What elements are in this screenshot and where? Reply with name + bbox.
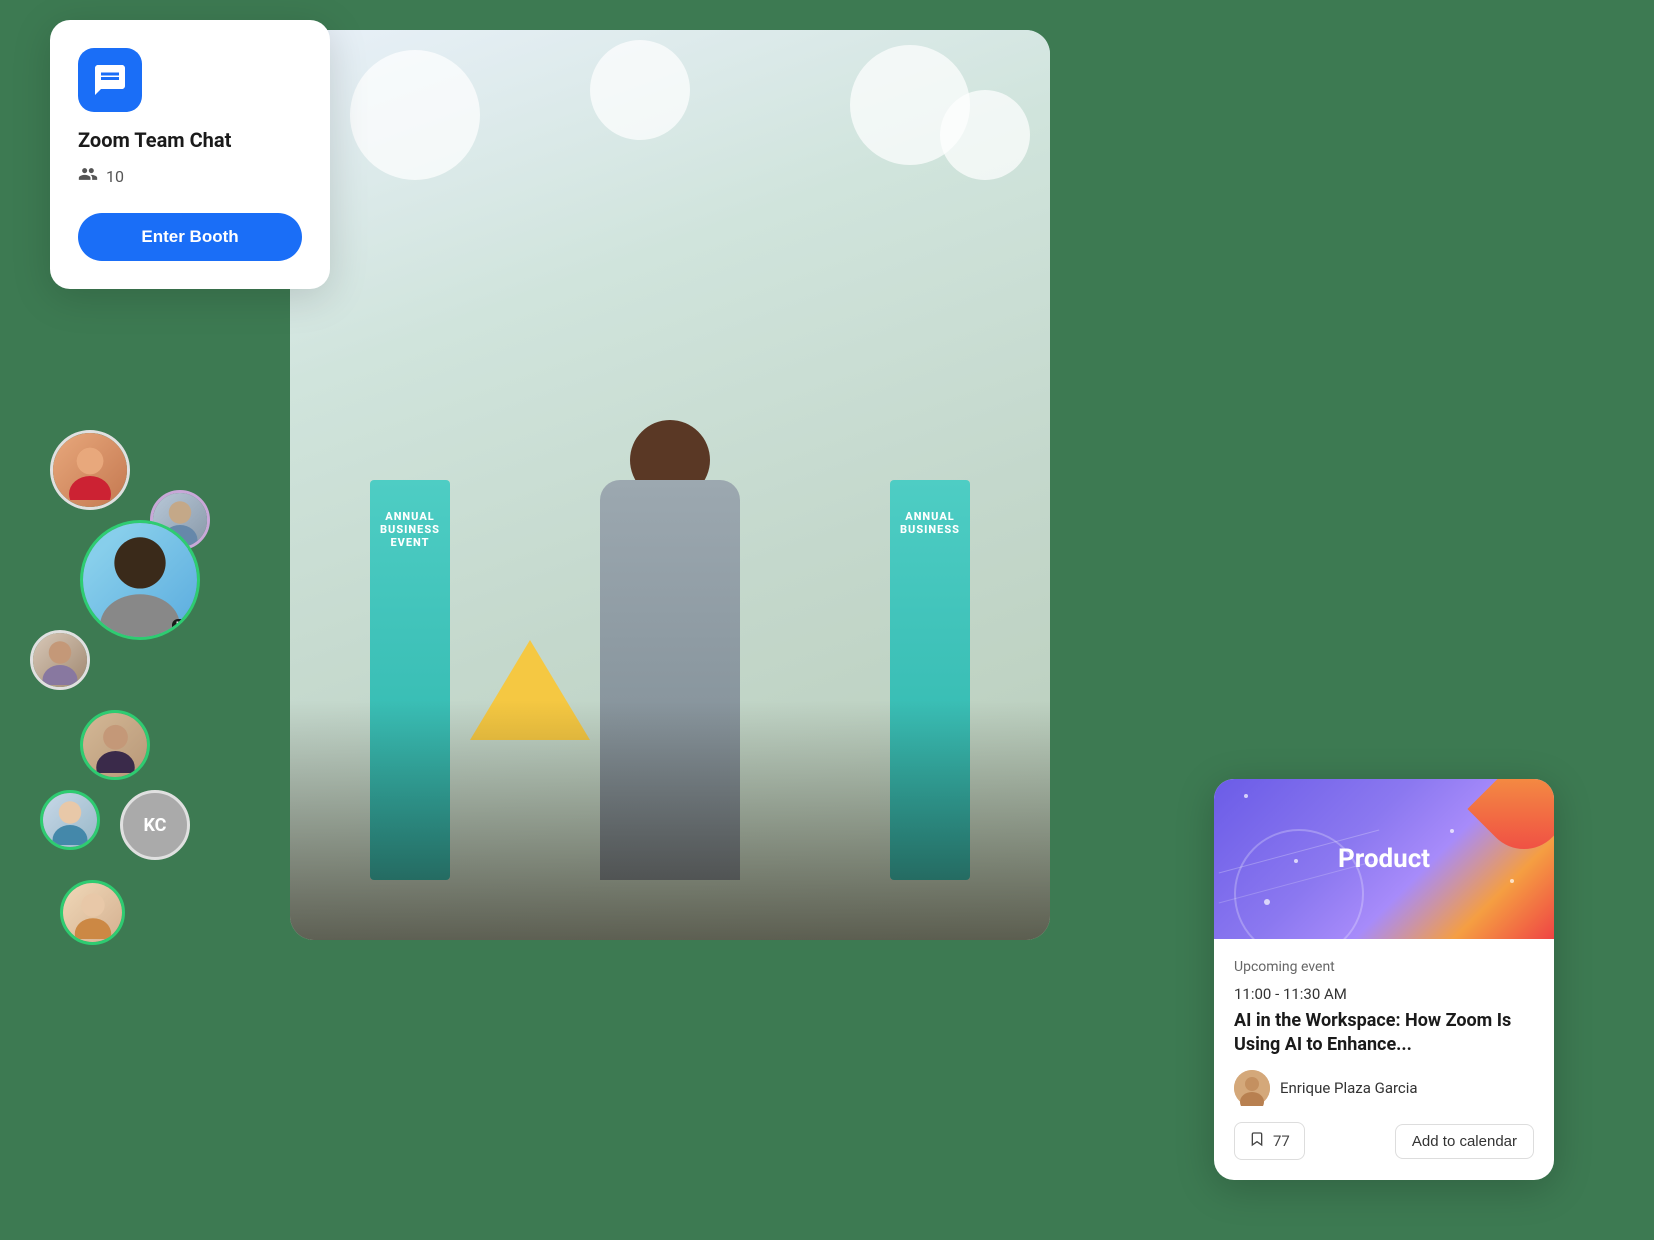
avatar-6 bbox=[40, 790, 100, 850]
avatar-4 bbox=[30, 630, 90, 690]
bookmark-number: 77 bbox=[1273, 1132, 1290, 1150]
speaker-row: Enrique Plaza Garcia bbox=[1234, 1070, 1534, 1106]
event-card-footer: 77 Add to calendar bbox=[1234, 1122, 1534, 1160]
avatar-person-6 bbox=[43, 793, 97, 847]
person-silhouette-4 bbox=[35, 635, 85, 685]
event-card-body: Upcoming event 11:00 - 11:30 AM AI in th… bbox=[1214, 939, 1554, 1180]
event-time: 11:00 - 11:30 AM bbox=[1234, 985, 1534, 1003]
avatar-7 bbox=[60, 880, 125, 945]
bookmark-icon bbox=[1249, 1131, 1265, 1151]
banner-right-text: ANNUALBUSINESS bbox=[890, 480, 970, 536]
person-silhouette-1 bbox=[60, 440, 120, 500]
booth-icon bbox=[78, 48, 142, 112]
event-product-label: Product bbox=[1338, 844, 1430, 874]
bookmark-svg bbox=[1249, 1131, 1265, 1147]
booth-attendees: 10 bbox=[78, 164, 302, 189]
add-to-calendar-button[interactable]: Add to calendar bbox=[1395, 1124, 1534, 1159]
balloon-4 bbox=[940, 90, 1030, 180]
star-4 bbox=[1450, 829, 1454, 833]
star-1 bbox=[1244, 794, 1248, 798]
avatar-me: ME bbox=[80, 520, 200, 640]
bookmark-count: 77 bbox=[1234, 1122, 1305, 1160]
speaker-name: Enrique Plaza Garcia bbox=[1280, 1079, 1418, 1097]
avatar-5 bbox=[80, 710, 150, 780]
speaker-avatar-img bbox=[1234, 1070, 1270, 1106]
booth-card: Zoom Team Chat 10 Enter Booth bbox=[50, 20, 330, 289]
audience-area bbox=[290, 700, 1050, 940]
balloon-2 bbox=[590, 40, 690, 140]
person-silhouette-6 bbox=[45, 795, 95, 845]
avatar-person-5 bbox=[83, 713, 147, 777]
participants-area: ME KC bbox=[20, 430, 340, 1170]
person-silhouette-5 bbox=[88, 718, 143, 773]
event-card-header: Product bbox=[1214, 779, 1554, 939]
me-avatar-bg: ME bbox=[83, 523, 197, 637]
speaker-avatar bbox=[1234, 1070, 1270, 1106]
me-label: ME bbox=[172, 619, 193, 633]
avatar-person-4 bbox=[33, 633, 87, 687]
enter-booth-button[interactable]: Enter Booth bbox=[78, 213, 302, 261]
banner-left-text: ANNUALBUSINESSEVENT bbox=[370, 480, 450, 550]
booth-title: Zoom Team Chat bbox=[78, 128, 302, 152]
attendees-icon bbox=[78, 164, 98, 189]
kc-initials: KC bbox=[144, 815, 167, 836]
conference-image: ANNUALBUSINESSEVENT ANNUALBUSINESS bbox=[290, 30, 1050, 940]
avatar-1 bbox=[50, 430, 130, 510]
attendees-count: 10 bbox=[106, 167, 124, 186]
avatar-person-7 bbox=[63, 883, 122, 942]
event-title: AI in the Workspace: How Zoom Is Using A… bbox=[1234, 1009, 1534, 1056]
avatar-person-1 bbox=[53, 433, 127, 507]
star-5 bbox=[1510, 879, 1514, 883]
upcoming-event-label: Upcoming event bbox=[1234, 959, 1534, 975]
balloon-1 bbox=[350, 50, 480, 180]
avatar-kc: KC bbox=[120, 790, 190, 860]
people-icon bbox=[78, 164, 98, 184]
chat-icon bbox=[92, 62, 128, 98]
event-card: Product Upcoming event 11:00 - 11:30 AM … bbox=[1214, 779, 1554, 1180]
person-silhouette-7 bbox=[67, 887, 119, 939]
